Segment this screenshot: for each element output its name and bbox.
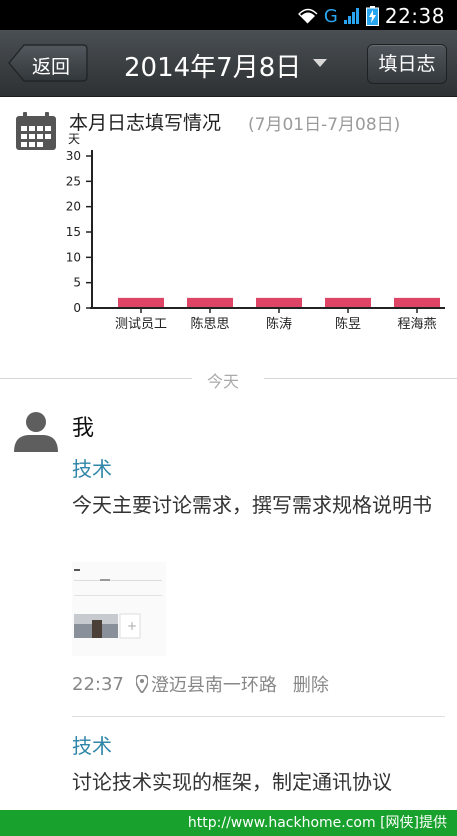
x-tick-label: 测试员工 bbox=[115, 317, 167, 332]
y-tick-label: 30 bbox=[66, 149, 81, 163]
dropdown-arrow-icon[interactable] bbox=[313, 59, 327, 67]
action-bar: 返回 2014年7月8日 填日志 bbox=[0, 30, 457, 97]
chart-bar bbox=[118, 297, 164, 307]
network-type-label: G bbox=[323, 5, 338, 27]
status-time: 22:38 bbox=[384, 4, 445, 28]
divider-line-right bbox=[264, 378, 457, 379]
y-tick-label: 10 bbox=[66, 250, 81, 264]
entry-location[interactable]: 澄迈县南一环路 bbox=[151, 671, 277, 697]
log-count-chart: 天 0 5 10 15 20 25 30 测试员工 陈思思 陈涛 陈昱 程海燕 bbox=[66, 132, 445, 332]
signal-icon bbox=[343, 8, 359, 24]
entry-meta: 22:37 澄迈县南一环路 删除 bbox=[72, 671, 329, 697]
y-tick-label: 20 bbox=[66, 200, 81, 214]
y-tick-label: 25 bbox=[66, 174, 81, 188]
avatar-icon bbox=[14, 412, 58, 452]
divider-line-left bbox=[0, 378, 192, 379]
fill-log-button[interactable]: 填日志 bbox=[367, 44, 447, 84]
x-tick-label: 程海燕 bbox=[397, 317, 436, 332]
x-tick-label: 陈昱 bbox=[335, 316, 361, 332]
y-tick-label: 5 bbox=[73, 276, 81, 290]
entry-time: 22:37 bbox=[72, 673, 124, 695]
back-button-label: 返回 bbox=[32, 56, 71, 78]
chart-bar bbox=[394, 297, 440, 307]
y-tick-label: 0 bbox=[73, 301, 81, 315]
battery-icon bbox=[365, 6, 379, 26]
watermark: http://www.hackhome.com [网侠]提供 bbox=[0, 810, 457, 836]
delete-button[interactable]: 删除 bbox=[293, 671, 329, 697]
x-tick-label: 陈涛 bbox=[266, 316, 292, 332]
x-tick-label: 陈思思 bbox=[190, 316, 229, 332]
y-tick-label: 15 bbox=[66, 225, 81, 239]
chart-bar bbox=[325, 297, 371, 307]
entry-content: 讨论技术实现的框架，制定通讯协议 bbox=[72, 770, 392, 794]
y-axis-label: 天 bbox=[68, 132, 80, 146]
entry-tag[interactable]: 技术 bbox=[72, 453, 112, 482]
date-selector[interactable]: 2014年7月8日 bbox=[124, 47, 301, 84]
entry-tag[interactable]: 技术 bbox=[72, 730, 112, 759]
chart-bar bbox=[187, 297, 233, 307]
back-button[interactable]: 返回 bbox=[8, 44, 88, 82]
status-bar: G 22:38 bbox=[0, 0, 457, 30]
entry-separator bbox=[72, 716, 445, 717]
chart-bar bbox=[256, 297, 302, 307]
svg-text:+: + bbox=[127, 619, 137, 633]
post-author: 我 bbox=[72, 416, 95, 441]
entry-content: 今天主要讨论需求，撰写需求规格说明书 bbox=[72, 493, 432, 517]
today-divider-label: 今天 bbox=[207, 372, 240, 391]
entry-image-thumbnail[interactable]: + bbox=[72, 562, 166, 656]
location-pin-icon bbox=[135, 675, 148, 693]
wifi-icon bbox=[297, 8, 318, 24]
image-preview: + bbox=[72, 562, 166, 656]
status-icons: G 22:38 bbox=[297, 4, 445, 28]
